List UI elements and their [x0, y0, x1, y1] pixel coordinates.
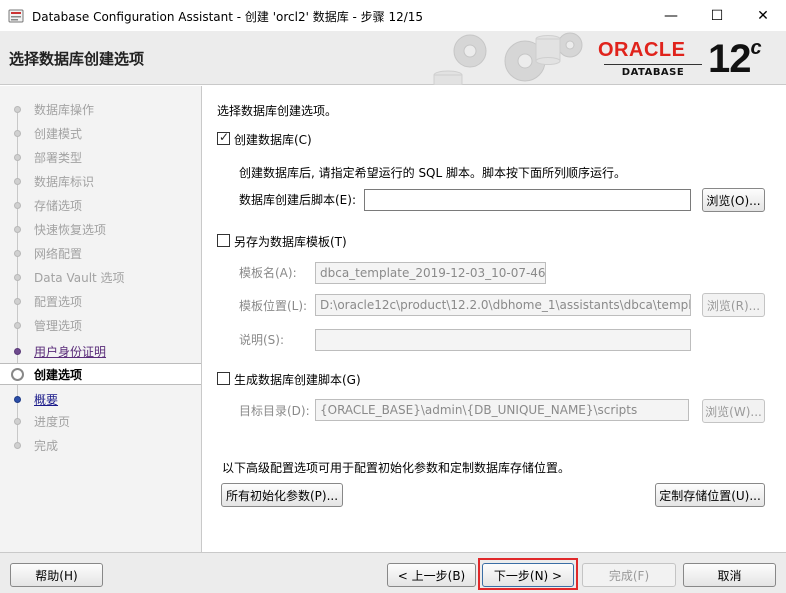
description-label: 说明(S):	[239, 333, 285, 347]
custom-storage-button[interactable]: 定制存储位置(U)...	[655, 483, 765, 507]
template-name-label: 模板名(A):	[239, 266, 297, 280]
step-dot-icon	[14, 395, 21, 403]
page-header: 选择数据库创建选项 ORACLE DATABASE 12c	[0, 31, 786, 85]
save-template-label[interactable]: 另存为数据库模板(T)	[234, 233, 347, 250]
template-location-input[interactable]: D:\oracle12c\product\12.2.0\dbhome_1\ass…	[315, 294, 691, 316]
step-db-identification: 数据库标识	[0, 170, 201, 192]
step-dot-icon	[14, 441, 21, 449]
wizard-footer: 帮助(H) < 上一步(B) 下一步(N) > 完成(F) 取消	[0, 552, 786, 593]
create-db-description: 创建数据库后, 请指定希望运行的 SQL 脚本。脚本按下面所列顺序运行。	[239, 166, 627, 180]
finish-button[interactable]: 完成(F)	[582, 563, 676, 587]
all-init-params-button[interactable]: 所有初始化参数(P)...	[221, 483, 343, 507]
step-dot-icon	[14, 105, 21, 113]
target-dir-input[interactable]: {ORACLE_BASE}\admin\{DB_UNIQUE_NAME}\scr…	[315, 399, 689, 421]
window-titlebar: Database Configuration Assistant - 创建 'o…	[0, 0, 786, 31]
step-dot-icon	[14, 347, 21, 355]
step-creation-mode: 创建模式	[0, 122, 201, 144]
step-dot-icon	[14, 321, 21, 329]
step-network-config: 网络配置	[0, 242, 201, 264]
back-button[interactable]: < 上一步(B)	[387, 563, 476, 587]
gen-scripts-label[interactable]: 生成数据库创建脚本(G)	[234, 371, 361, 388]
gears-decoration-icon	[433, 32, 583, 85]
post-script-label: 数据库创建后脚本(E):	[239, 193, 356, 207]
oracle-logo: ORACLE DATABASE	[598, 39, 708, 79]
browse-post-script-button[interactable]: 浏览(O)...	[702, 188, 765, 212]
help-button[interactable]: 帮助(H)	[10, 563, 103, 587]
template-name-input[interactable]: dbca_template_2019-12-03_10-07-46-PM	[315, 262, 546, 284]
description-input[interactable]	[315, 329, 691, 351]
step-config-options: 配置选项	[0, 290, 201, 312]
step-db-operation: 数据库操作	[0, 98, 201, 120]
main-panel: 选择数据库创建选项。 创建数据库(C) 创建数据库后, 请指定希望运行的 SQL…	[203, 86, 786, 552]
version-logo: 12c	[708, 36, 762, 81]
browse-template-location-button[interactable]: 浏览(R)...	[702, 293, 765, 317]
target-dir-label: 目标目录(D):	[239, 404, 310, 418]
step-finish: 完成	[0, 434, 201, 456]
step-fast-recovery: 快速恢复选项	[0, 218, 201, 240]
step-user-credentials[interactable]: 用户身份证明	[0, 340, 201, 362]
step-dot-icon	[14, 201, 21, 209]
step-dot-icon	[14, 297, 21, 305]
step-dot-icon	[14, 417, 21, 425]
step-dot-icon	[14, 273, 21, 281]
next-button-highlight	[478, 558, 578, 590]
step-current-icon	[11, 367, 24, 381]
minimize-button[interactable]: —	[648, 0, 694, 31]
create-db-label[interactable]: 创建数据库(C)	[234, 131, 312, 148]
step-dot-icon	[14, 249, 21, 257]
section-heading: 选择数据库创建选项。	[217, 104, 338, 118]
step-dot-icon	[14, 153, 21, 161]
close-button[interactable]: ✕	[740, 0, 786, 31]
step-progress: 进度页	[0, 410, 201, 432]
step-storage-option: 存储选项	[0, 194, 201, 216]
window-title: Database Configuration Assistant - 创建 'o…	[32, 10, 424, 24]
save-template-checkbox[interactable]	[217, 234, 230, 247]
app-icon	[8, 9, 24, 23]
browse-target-dir-button[interactable]: 浏览(W)...	[702, 399, 765, 423]
advanced-description: 以下高级配置选项可用于配置初始化参数和定制数据库存储位置。	[222, 461, 571, 475]
create-db-checkbox[interactable]	[217, 130, 230, 145]
cancel-button[interactable]: 取消	[683, 563, 776, 587]
step-dot-icon	[14, 177, 21, 185]
maximize-button[interactable]: ☐	[694, 0, 740, 31]
post-script-input[interactable]	[364, 189, 691, 211]
gen-scripts-checkbox[interactable]	[217, 372, 230, 385]
step-dot-icon	[14, 129, 21, 137]
step-deployment-type: 部署类型	[0, 146, 201, 168]
page-title: 选择数据库创建选项	[9, 50, 145, 68]
template-location-label: 模板位置(L):	[239, 299, 308, 313]
step-management-options: 管理选项	[0, 314, 201, 336]
steps-sidebar: 数据库操作 创建模式 部署类型 数据库标识 存储选项 快速恢复选项 网络配置 D…	[0, 86, 202, 552]
step-data-vault: Data Vault 选项	[0, 266, 201, 288]
step-summary[interactable]: 概要	[0, 388, 201, 410]
step-dot-icon	[14, 225, 21, 233]
step-creation-option: 创建选项	[0, 363, 201, 385]
